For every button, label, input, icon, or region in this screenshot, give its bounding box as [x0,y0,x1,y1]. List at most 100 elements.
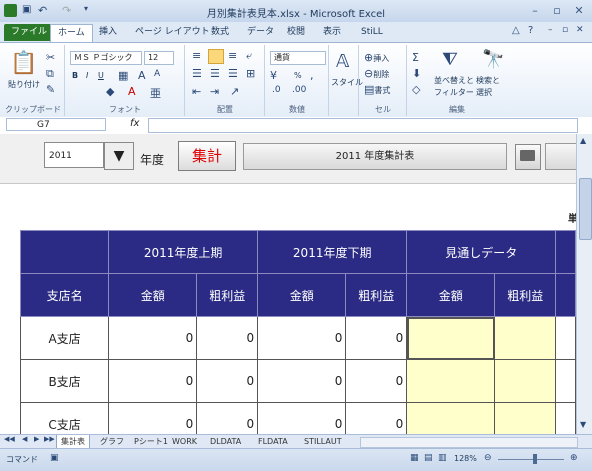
normal-view-icon[interactable]: ▦ [410,453,419,463]
align-middle-icon[interactable] [208,49,224,64]
copy-icon[interactable]: ⧉ [46,67,54,81]
orientation-icon[interactable]: ↗ [230,85,239,98]
styles-button[interactable]: スタイル [331,77,363,88]
find-select-icon[interactable]: 🔭 [482,49,504,70]
value-cell[interactable] [494,402,557,434]
align-left-icon[interactable]: ☰ [192,67,202,80]
value-cell[interactable]: 0 [108,402,198,434]
selected-cell[interactable] [406,316,496,360]
value-cell[interactable]: 0 [108,316,198,360]
align-bottom-icon[interactable]: ≡ [228,49,237,62]
number-format-select[interactable]: 通貨 [270,51,326,65]
sort-filter-icon[interactable]: ⧨ [442,49,458,70]
font-size-select[interactable]: 12 [144,51,174,65]
sort-filter-button[interactable]: 並べ替えと [434,75,474,86]
print-icon[interactable] [515,144,541,170]
year-dropdown-icon[interactable]: ▼ [104,142,134,170]
prev-sheet-icon[interactable]: ◀ [22,435,27,443]
bold-button[interactable]: B [72,71,78,80]
scroll-up-icon[interactable]: ▲ [580,136,586,145]
comma-icon[interactable]: , [310,69,314,82]
sheet-tab-graph[interactable]: グラフ [96,435,128,448]
workbook-minimize-icon[interactable]: – [548,25,553,35]
border-icon[interactable]: ▦ [118,69,128,82]
value-cell[interactable]: 0 [345,316,408,360]
align-top-icon[interactable]: ≡ [192,49,201,62]
help-icon[interactable]: ? [528,25,533,36]
fill-color-icon[interactable]: ◆ [106,85,114,98]
maximize-icon[interactable]: ▫ [546,3,568,18]
first-sheet-icon[interactable]: ◀◀ [4,435,15,443]
value-cell[interactable]: 0 [345,359,408,403]
autosum-icon[interactable]: Σ [412,51,419,64]
aggregate-button[interactable]: 集計 [178,141,236,171]
italic-button[interactable]: I [86,71,88,80]
branch-name-cell[interactable]: C支店 [19,402,110,434]
font-color-icon[interactable]: A [128,85,136,98]
extra-cell[interactable] [555,316,576,360]
value-cell[interactable]: 0 [257,402,347,434]
wrap-text-icon[interactable]: ⤶ [246,49,252,63]
value-cell[interactable] [406,359,496,403]
zoom-in-icon[interactable]: ⊕ [570,453,578,463]
insert-cells-button[interactable]: ⊕挿入 [364,51,389,64]
tab-view[interactable]: 表示 [316,24,348,41]
format-painter-icon[interactable]: ✎ [46,83,55,96]
next-button[interactable] [545,143,576,170]
close-icon[interactable]: ✕ [568,3,590,18]
branch-name-cell[interactable]: A支店 [19,316,110,360]
styles-icon[interactable]: 𝔸 [336,51,349,72]
sheet-tab-work[interactable]: WORK [168,435,201,448]
sheet-tab-summary[interactable]: 集計表 [56,435,90,449]
align-right-icon[interactable]: ☰ [228,67,238,80]
next-sheet-icon[interactable]: ▶ [34,435,39,443]
tab-data[interactable]: データ [240,24,281,41]
phonetic-icon[interactable]: 亜 [150,85,161,101]
value-cell[interactable]: 0 [196,316,259,360]
sheet-tab-stillaut[interactable]: STILLAUT [300,435,346,448]
tab-file[interactable]: ファイル [4,24,55,41]
tab-home[interactable]: ホーム [50,24,93,42]
percent-button[interactable]: % [294,71,302,80]
indent-increase-icon[interactable]: ⇥ [210,85,219,98]
value-cell[interactable]: 0 [108,359,198,403]
ribbon-minimize-icon[interactable]: △ [512,25,520,36]
increase-decimal-icon[interactable]: .0 [272,85,281,95]
shrink-font-icon[interactable]: A [154,69,160,79]
sheet-tab-fldata[interactable]: FLDATA [254,435,292,448]
value-cell[interactable]: 0 [196,359,259,403]
report-title-button[interactable]: 2011 年度集計表 [243,143,507,170]
minimize-icon[interactable]: – [524,3,546,18]
tab-formulas[interactable]: 数式 [204,24,236,41]
paste-icon[interactable]: 📋 [10,51,37,76]
underline-button[interactable]: U [98,71,104,80]
page-break-view-icon[interactable]: ▥ [438,453,447,463]
value-cell[interactable] [406,402,496,434]
align-center-icon[interactable]: ☰ [210,67,220,80]
page-layout-view-icon[interactable]: ▤ [424,453,433,463]
find-select-button[interactable]: 検索と [476,75,500,86]
merge-icon[interactable]: ⊞ [246,67,255,80]
tab-still[interactable]: StiLL [354,24,390,41]
zoom-slider[interactable] [498,459,564,460]
value-cell[interactable]: 0 [196,402,259,434]
currency-icon[interactable]: ¥ [270,69,277,82]
workbook-close-icon[interactable]: ✕ [576,25,584,35]
zoom-slider-thumb[interactable] [533,454,537,464]
last-sheet-icon[interactable]: ▶▶ [44,435,55,443]
decrease-decimal-icon[interactable]: .00 [292,85,306,95]
grow-font-icon[interactable]: A [138,69,146,82]
value-cell[interactable] [494,316,557,360]
zoom-level[interactable]: 128% [454,454,477,463]
sheet-tab-psheet1[interactable]: Pシート1 [130,435,172,448]
value-cell[interactable]: 0 [345,402,408,434]
formula-input[interactable] [148,118,578,133]
font-name-select[interactable]: ＭＳ Ｐゴシック [70,51,142,65]
extra-cell[interactable] [555,359,576,403]
year-select[interactable]: 2011 [44,142,104,168]
value-cell[interactable]: 0 [257,359,347,403]
branch-name-cell[interactable]: B支店 [19,359,110,403]
horizontal-scrollbar[interactable] [360,437,578,448]
macro-record-icon[interactable]: ▣ [50,453,59,463]
format-cells-button[interactable]: ▤書式 [364,83,390,96]
